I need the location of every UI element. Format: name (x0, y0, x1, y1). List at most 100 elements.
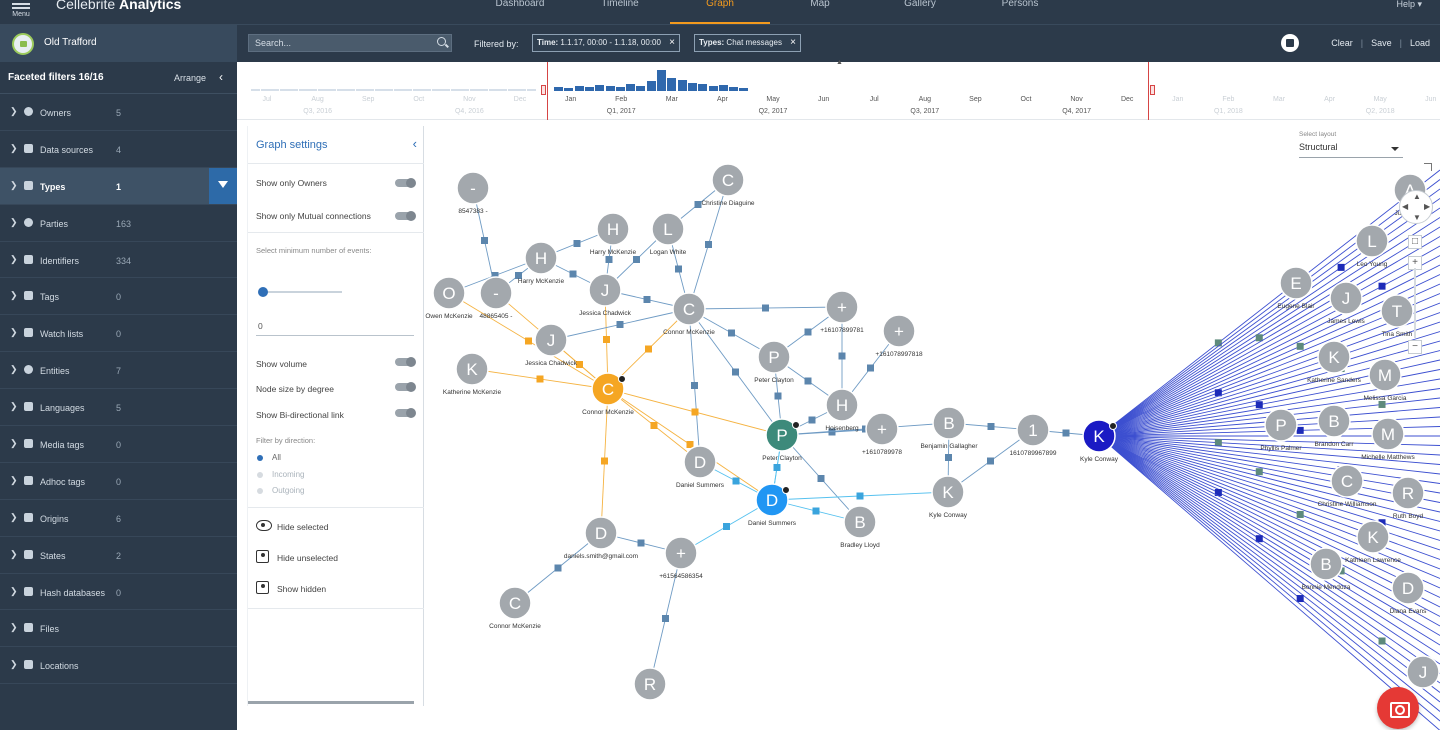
tab-timeline[interactable]: Timeline (570, 0, 670, 24)
edge-count-badge[interactable] (762, 304, 769, 312)
chevron-right-icon[interactable]: ❯ (10, 475, 18, 486)
edge-count-badge[interactable] (1214, 439, 1222, 447)
layout-dropdown[interactable]: Structural (1299, 142, 1403, 158)
edge-count-badge[interactable] (691, 382, 698, 389)
edge-count-badge[interactable] (481, 237, 488, 244)
edge-count-badge[interactable] (812, 507, 820, 515)
bidirectional-toggle[interactable] (395, 408, 416, 418)
graph-node[interactable]: T Tina Smith (1380, 294, 1414, 338)
edge-count-badge[interactable] (804, 328, 812, 336)
graph-node[interactable]: K Kyle Conway (929, 475, 968, 519)
show-mutual-toggle[interactable] (395, 211, 416, 221)
facet-locations[interactable]: ❯ Locations (0, 647, 237, 685)
facet-identifiers[interactable]: ❯ Identifiers 334 (0, 242, 237, 279)
edge-count-badge[interactable] (1378, 400, 1386, 408)
clear-button[interactable]: Clear (1331, 38, 1353, 48)
edge-count-badge[interactable] (773, 464, 781, 471)
facet-files[interactable]: ❯ Files (0, 610, 237, 648)
edge-count-badge[interactable] (616, 321, 624, 328)
tab-graph[interactable]: Graph (670, 0, 770, 24)
graph-node[interactable]: - 8547383 - (456, 171, 490, 215)
case-selector[interactable]: Old Trafford (0, 25, 237, 62)
edge-count-badge[interactable] (705, 241, 712, 248)
show-only-owners-toggle[interactable] (395, 178, 416, 188)
chevron-right-icon[interactable]: ❯ (10, 549, 18, 560)
show-hidden-button[interactable]: Show hidden (277, 584, 326, 594)
facet-types[interactable]: ❯ Types 1 (0, 167, 237, 205)
filter-funnel-icon[interactable] (209, 167, 237, 204)
filter-chip-time[interactable]: Time: 1.1.17, 00:00 - 1.1.18, 00:00 × (532, 34, 680, 52)
tab-persons[interactable]: Persons (970, 0, 1070, 24)
edge-count-badge[interactable] (856, 492, 864, 500)
edge-count-badge[interactable] (1255, 468, 1263, 476)
chevron-right-icon[interactable]: ❯ (10, 290, 18, 301)
edge-count-badge[interactable] (867, 364, 874, 372)
edge-count-badge[interactable] (804, 377, 812, 385)
chevron-right-icon[interactable]: ❯ (10, 143, 18, 154)
fan-edge[interactable] (1098, 435, 1440, 674)
facet-adhoc-tags[interactable]: ❯ Adhoc tags 0 (0, 463, 237, 500)
fan-edge[interactable] (1098, 255, 1440, 437)
load-button[interactable]: Load (1410, 38, 1430, 48)
facet-data-sources[interactable]: ❯ Data sources 4 (0, 131, 237, 168)
edge-count-badge[interactable] (728, 329, 735, 337)
facet-hash-databases[interactable]: ❯ Hash databases 0 (0, 574, 237, 611)
graph-node[interactable]: H Harry McKenzie (590, 212, 637, 256)
graph-node[interactable]: C Christine Diaguine (701, 163, 755, 207)
graph-node[interactable]: P Phyllis Palmer (1260, 408, 1302, 452)
graph-node[interactable]: Ddaniels.smith@gmail.com (564, 516, 638, 560)
facet-parties[interactable]: ❯ Parties 163 (0, 205, 237, 242)
edge-count-badge[interactable] (808, 416, 816, 424)
edge-count-badge[interactable] (1378, 282, 1386, 290)
chevron-right-icon[interactable]: ❯ (10, 401, 18, 412)
tab-gallery[interactable]: Gallery (870, 0, 970, 24)
save-button[interactable]: Save (1371, 38, 1392, 48)
graph-node[interactable]: D Daniel Summers (676, 445, 725, 489)
expand-icon[interactable] (1424, 163, 1432, 171)
graph-node[interactable]: B Benjamin Gallagher (920, 406, 978, 450)
edge-count-badge[interactable] (525, 337, 532, 345)
hide-unselected-icon[interactable] (256, 550, 269, 563)
graph-node[interactable]: B Bradley Lloyd (840, 505, 880, 549)
edge-count-badge[interactable] (1337, 263, 1345, 271)
edge-count-badge[interactable] (601, 457, 608, 465)
facet-origins[interactable]: ❯ Origins 6 (0, 500, 237, 537)
show-hidden-icon[interactable] (256, 581, 269, 594)
edge-count-badge[interactable] (637, 539, 645, 547)
pan-control[interactable]: ▲ ▼ ◀ ▶ (1399, 190, 1433, 224)
graph-node[interactable]: R Ruth Boyd (1391, 476, 1425, 520)
fan-edge[interactable] (1098, 435, 1440, 655)
graph-node[interactable]: P Peter Clayton (754, 340, 794, 384)
edge-count-badge[interactable] (1296, 595, 1304, 603)
edge-count-badge[interactable] (605, 256, 613, 263)
close-icon[interactable]: × (669, 35, 675, 51)
edge-count-badge[interactable] (732, 368, 739, 376)
menu-button[interactable]: Menu (8, 0, 34, 24)
fan-edge[interactable] (1098, 435, 1440, 730)
help-menu[interactable]: Help ▾ (1396, 0, 1422, 9)
edge-count-badge[interactable] (723, 523, 730, 530)
graph-node[interactable]: J Jessica Chadwick (579, 273, 632, 317)
graph-node[interactable]: + +161078997818 (875, 314, 923, 358)
tab-map[interactable]: Map (770, 0, 870, 24)
graph-node[interactable]: L Leo Young (1355, 224, 1389, 268)
fan-edge[interactable] (1098, 435, 1440, 703)
graph-node[interactable]: H Hoisenberg (825, 388, 859, 432)
chevron-right-icon[interactable]: ❯ (10, 586, 18, 597)
graph-node[interactable]: L Logan White (650, 212, 687, 256)
edge-count-badge[interactable] (569, 270, 577, 278)
timeline-collapse-icon[interactable]: ▲ (836, 59, 843, 66)
owner-graph-node[interactable]: D Daniel Summers (748, 483, 797, 527)
edge-count-badge[interactable] (1255, 334, 1263, 342)
direction-incoming-radio[interactable] (257, 472, 263, 478)
graph-node[interactable]: - 48865405 - (479, 276, 513, 320)
edge-count-badge[interactable] (536, 375, 544, 383)
graph-node[interactable]: J (1406, 655, 1440, 689)
edge-count-badge[interactable] (675, 265, 682, 273)
edge-count-badge[interactable] (1296, 426, 1304, 434)
facet-states[interactable]: ❯ States 2 (0, 537, 237, 574)
collapse-panel-icon[interactable]: ‹ (413, 136, 417, 151)
owner-graph-node[interactable]: C Connor McKenzie (582, 372, 634, 416)
facet-media-tags[interactable]: ❯ Media tags 0 (0, 426, 237, 463)
pan-right-icon[interactable]: ▶ (1424, 202, 1430, 211)
